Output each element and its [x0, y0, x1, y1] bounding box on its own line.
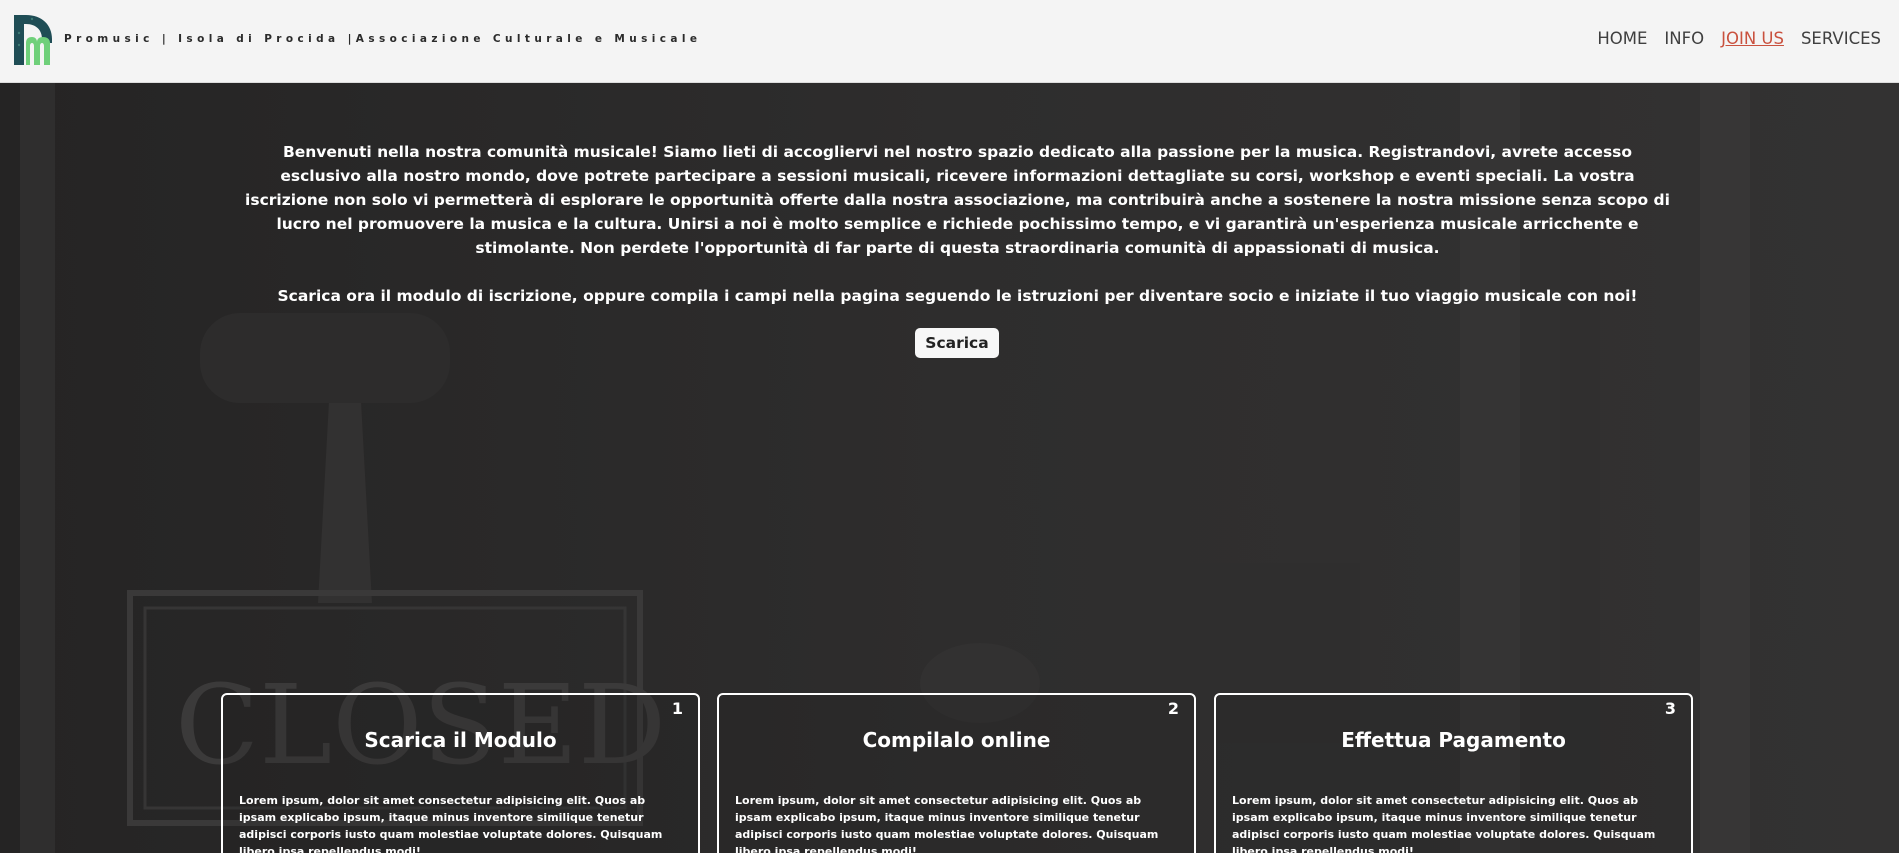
step-card-compile: 2 Compilalo online Lorem ipsum, dolor si… [717, 693, 1196, 853]
nav-services[interactable]: SERVICES [1801, 29, 1881, 48]
step-card-payment: 3 Effettua Pagamento Lorem ipsum, dolor … [1214, 693, 1693, 853]
step-number: 2 [1167, 699, 1179, 718]
site-title: Promusic | Isola di Procida |Associazion… [64, 33, 702, 45]
intro-paragraph: Benvenuti nella nostra comunità musicale… [245, 143, 1670, 257]
intro-text-block: Benvenuti nella nostra comunità musicale… [245, 140, 1670, 308]
hero-section: CLOSED Benvenuti nella nostra comunità m… [0, 83, 1899, 853]
step-body: Lorem ipsum, dolor sit amet consectetur … [239, 794, 663, 853]
step-title: Compilalo online [862, 728, 1051, 752]
step-card-download: 1 Scarica il Modulo Lorem ipsum, dolor s… [221, 693, 700, 853]
step-body: Lorem ipsum, dolor sit amet consectetur … [1232, 794, 1656, 853]
nav-home[interactable]: HOME [1597, 29, 1647, 48]
step-title: Scarica il Modulo [364, 728, 557, 752]
step-number: 3 [1664, 699, 1676, 718]
download-button[interactable]: Scarica [915, 328, 999, 358]
step-number: 1 [671, 699, 683, 718]
nav-join-us[interactable]: JOIN US [1721, 29, 1784, 48]
step-title: Effettua Pagamento [1341, 728, 1566, 752]
main-nav: HOME INFO JOIN US SERVICES [1597, 29, 1881, 48]
step-body: Lorem ipsum, dolor sit amet consectetur … [735, 794, 1159, 853]
cta-paragraph: Scarica ora il modulo di iscrizione, opp… [277, 287, 1638, 305]
promusic-logo-icon[interactable] [12, 13, 56, 67]
site-header: Promusic | Isola di Procida |Associazion… [0, 0, 1899, 83]
steps-cards: 1 Scarica il Modulo Lorem ipsum, dolor s… [221, 693, 1693, 853]
nav-info[interactable]: INFO [1664, 29, 1704, 48]
